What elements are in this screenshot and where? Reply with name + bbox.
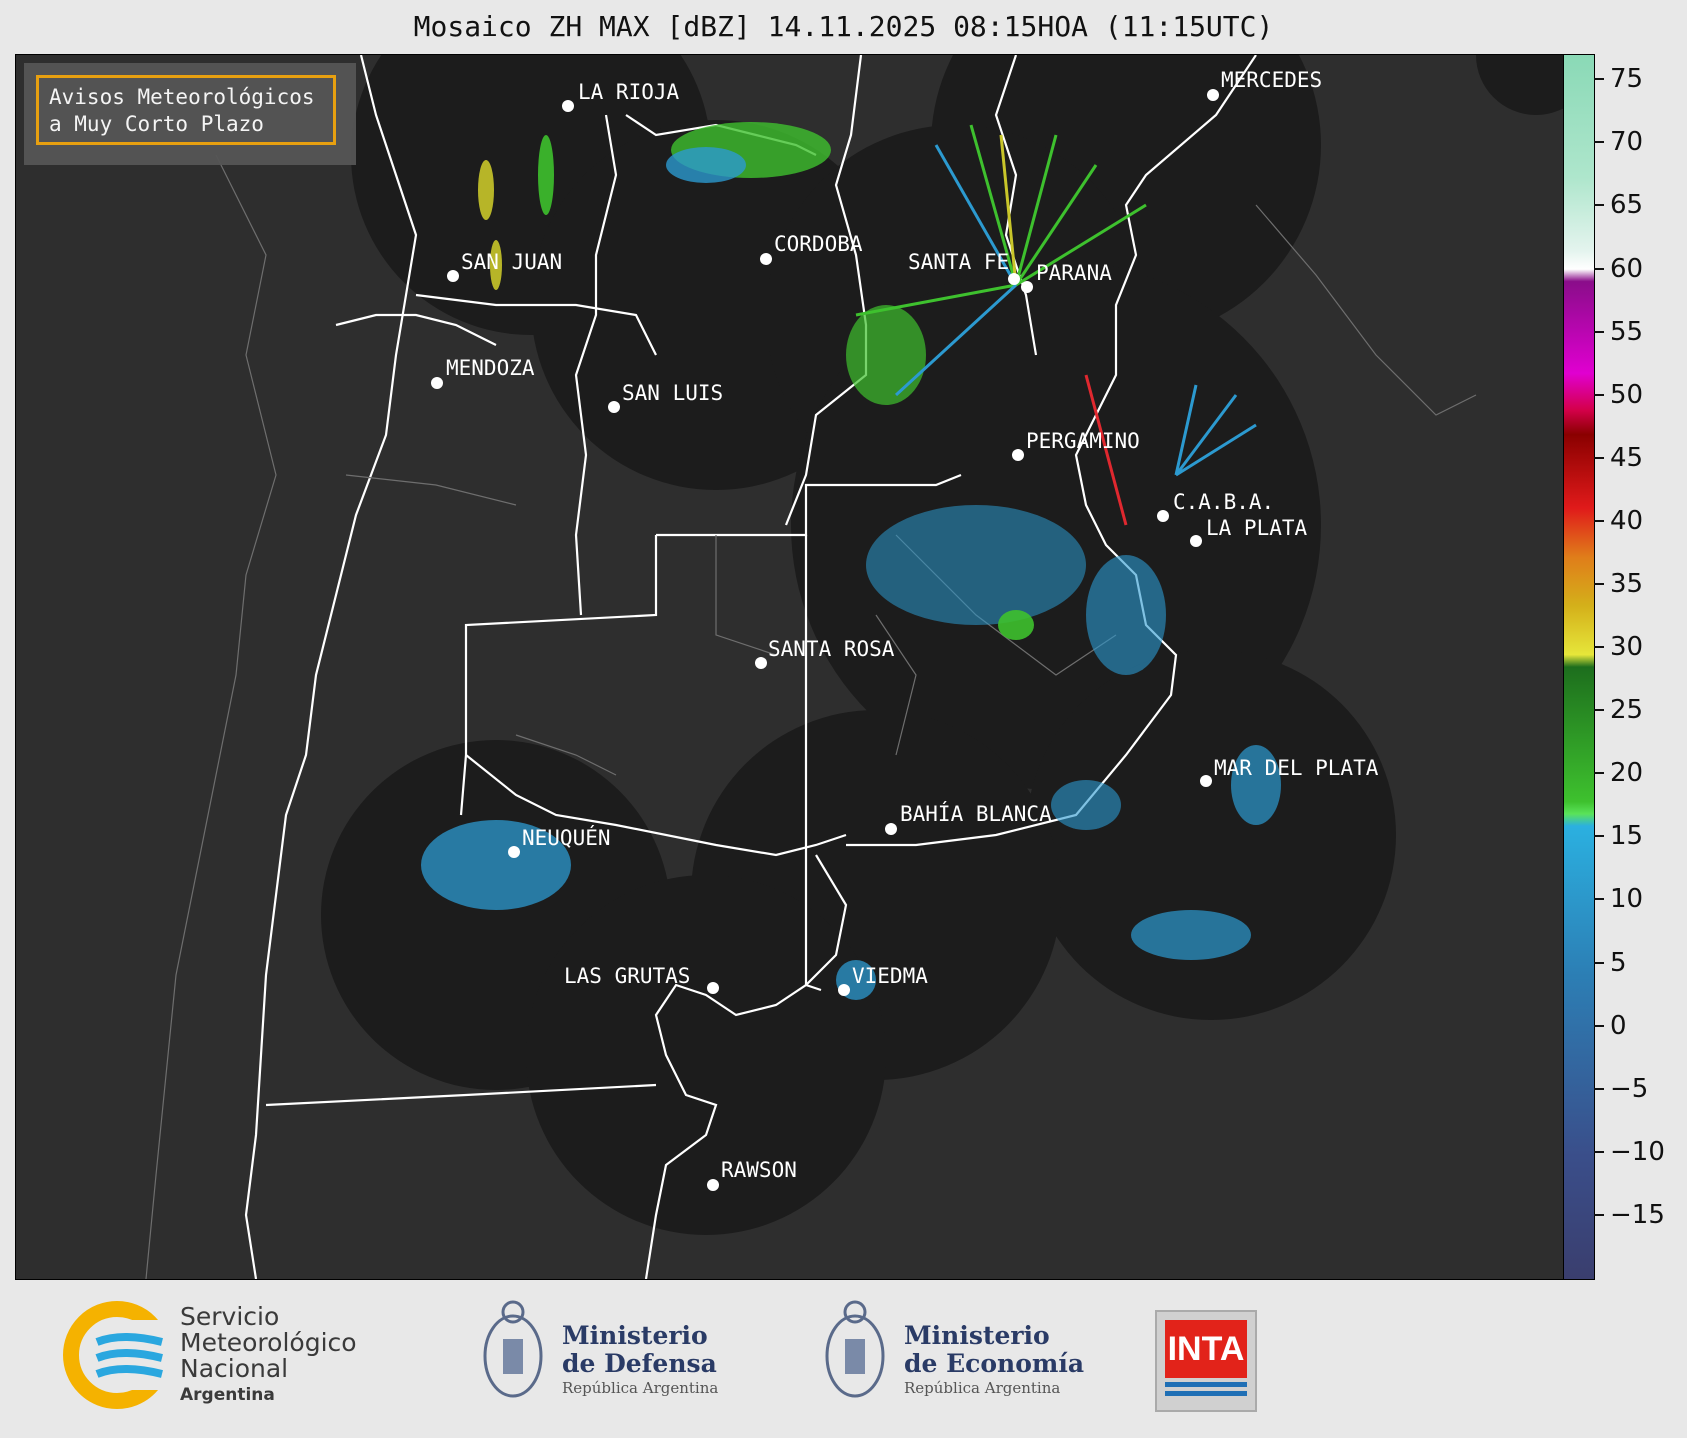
defensa-line-2: de Defensa — [562, 1349, 717, 1378]
colorbar-tick-mark — [1594, 141, 1604, 144]
colorbar-tick-mark — [1594, 1087, 1604, 1090]
city-label-la-rioja: LA RIOJA — [578, 80, 680, 104]
city-label-santa-fe: SANTA FE — [908, 250, 1009, 274]
colorbar-tick-label: 5 — [1610, 947, 1627, 978]
colorbar-tick-label: 60 — [1610, 253, 1644, 284]
smn-logo-text: Servicio Meteorológico Nacional Argentin… — [180, 1304, 357, 1408]
city-label-mar-del-plata: MAR DEL PLATA — [1214, 756, 1379, 780]
city-label-san-luis: SAN LUIS — [622, 381, 723, 405]
map-canvas: LA RIOJA MERCEDES SAN JUAN CORDOBA SANTA… — [145, 55, 1564, 1279]
colorbar-tick-mark — [1594, 709, 1604, 712]
city-label-san-juan: SAN JUAN — [461, 250, 562, 274]
footer-logos: Servicio Meteorológico Nacional Argentin… — [0, 1280, 1687, 1438]
colorbar-tick-mark — [1594, 204, 1604, 207]
coat-of-arms-icon — [825, 1300, 885, 1398]
colorbar-tick-label: 15 — [1610, 821, 1644, 852]
radar-coverage — [321, 55, 1564, 1235]
colorbar-tick-mark — [1594, 1150, 1604, 1153]
colorbar-tick-label: 55 — [1610, 316, 1644, 347]
city-label-neuquen: NEUQUÉN — [522, 825, 611, 850]
colorbar-tick-mark — [1594, 78, 1604, 81]
colorbar-tick-label: −10 — [1610, 1136, 1665, 1167]
smn-line-4: Argentina — [180, 1385, 275, 1405]
colorbar-tick-label: 20 — [1610, 758, 1644, 789]
notice-line-2: a Muy Corto Plazo — [49, 112, 264, 136]
smn-line-2: Meteorológico — [180, 1328, 357, 1357]
color-scale-bar — [1563, 54, 1595, 1280]
colorbar-tick-label: 65 — [1610, 190, 1644, 221]
colorbar-tick-label: 50 — [1610, 379, 1644, 410]
economia-line-3: República Argentina — [904, 1379, 1061, 1397]
inta-logo-text: INTA — [1165, 1320, 1247, 1378]
map-title: Mosaico ZH MAX [dBZ] 14.11.2025 08:15HOA… — [413, 10, 1274, 43]
colorbar-tick-mark — [1594, 898, 1604, 901]
colorbar-tick-label: 75 — [1610, 64, 1644, 95]
inta-logo: INTA — [1155, 1310, 1257, 1412]
colorbar-tick-label: 0 — [1610, 1010, 1627, 1041]
defensa-line-1: Ministerio — [562, 1321, 708, 1350]
colorbar-tick-mark — [1594, 519, 1604, 522]
city-label-caba: C.A.B.A. — [1173, 490, 1274, 514]
colorbar-tick-label: 30 — [1610, 632, 1644, 663]
city-label-las-grutas: LAS GRUTAS — [564, 964, 690, 988]
city-label-cordoba: CORDOBA — [774, 232, 863, 256]
notice-box[interactable]: Avisos Meteorológicos a Muy Corto Plazo — [36, 75, 336, 145]
colorbar-tick-mark — [1594, 1213, 1604, 1216]
economia-line-1: Ministerio — [904, 1321, 1050, 1350]
smn-line-3: Nacional — [180, 1354, 289, 1383]
notice-panel: Avisos Meteorológicos a Muy Corto Plazo — [24, 63, 356, 165]
colorbar-tick-label: −5 — [1610, 1073, 1649, 1104]
city-label-parana: PARANA — [1036, 261, 1112, 285]
colorbar-tick-label: 70 — [1610, 127, 1644, 158]
city-label-pergamino: PERGAMINO — [1026, 429, 1140, 453]
smn-line-1: Servicio — [180, 1302, 280, 1331]
city-label-bahia-blanca: BAHÍA BLANCA — [900, 801, 1052, 826]
colorbar-tick-mark — [1594, 330, 1604, 333]
colorbar-tick-mark — [1594, 961, 1604, 964]
coat-of-arms-icon — [483, 1300, 543, 1398]
city-label-la-plata: LA PLATA — [1206, 516, 1308, 540]
colorbar-tick-mark — [1594, 772, 1604, 775]
defensa-line-3: República Argentina — [562, 1379, 719, 1397]
smn-logo-icon — [63, 1301, 172, 1409]
city-label-santa-rosa: SANTA ROSA — [768, 637, 895, 661]
colorbar-tick-label: 35 — [1610, 568, 1644, 599]
city-label-mendoza: MENDOZA — [446, 356, 535, 380]
colorbar-tick-label: −15 — [1610, 1199, 1665, 1230]
economia-logo-text: Ministerio de Economía República Argenti… — [904, 1322, 1084, 1398]
colorbar-tick-mark — [1594, 582, 1604, 585]
defensa-logo-text: Ministerio de Defensa República Argentin… — [562, 1322, 718, 1398]
colorbar-tick-label: 40 — [1610, 505, 1644, 536]
colorbar-tick-mark — [1594, 835, 1604, 838]
colorbar-tick-mark — [1594, 267, 1604, 270]
city-label-viedma: VIEDMA — [852, 964, 928, 988]
colorbar-tick-label: 10 — [1610, 884, 1644, 915]
colorbar-tick-mark — [1594, 1024, 1604, 1027]
colorbar-tick-mark — [1594, 646, 1604, 649]
colorbar-tick-mark — [1594, 456, 1604, 459]
colorbar-tick-label: 45 — [1610, 442, 1644, 473]
city-label-mercedes: MERCEDES — [1221, 68, 1322, 92]
colorbar-tick-mark — [1594, 393, 1604, 396]
colorbar-tick-label: 25 — [1610, 695, 1644, 726]
city-label-rawson: RAWSON — [721, 1158, 797, 1182]
notice-line-1: Avisos Meteorológicos — [49, 85, 315, 109]
radar-map[interactable]: LA RIOJA MERCEDES SAN JUAN CORDOBA SANTA… — [15, 54, 1565, 1280]
economia-line-2: de Economía — [904, 1349, 1085, 1378]
